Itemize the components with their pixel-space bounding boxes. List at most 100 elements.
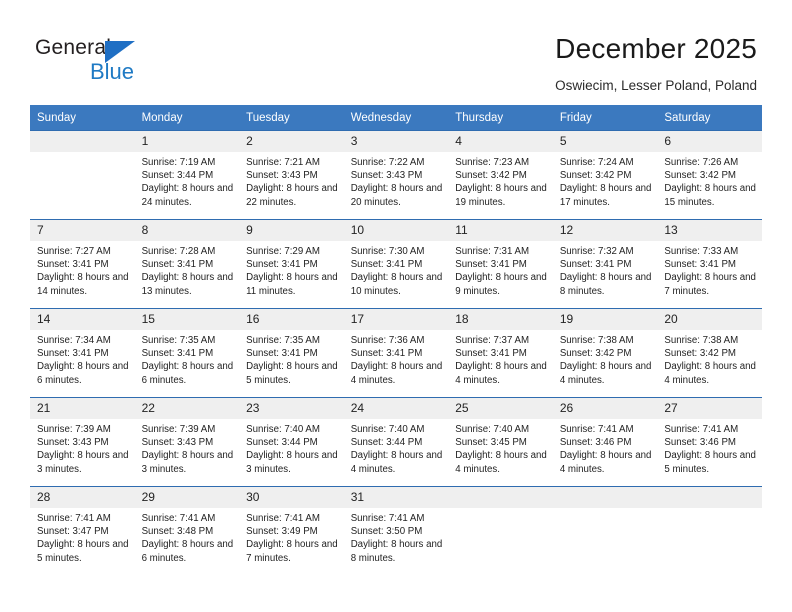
- calendar-day-cell[interactable]: 11 Sunrise: 7:31 AM Sunset: 3:41 PM Dayligh…: [448, 219, 553, 308]
- calendar-day-cell[interactable]: 6 Sunrise: 7:26 AM Sunset: 3:42 PM Daylight…: [657, 130, 762, 219]
- day-cell-body: 22 Sunrise: 7:39 AM Sunset: 3:43 PM Dayligh…: [134, 397, 240, 486]
- day-details: Sunrise: 7:41 AM Sunset: 3:46 PM Daylight:…: [657, 419, 762, 476]
- daylight-text: Daylight: 8 hours and 5 minutes.: [37, 539, 129, 564]
- sunset-text: Sunset: 3:48 PM: [141, 526, 214, 538]
- calendar-day-cell[interactable]: 4 Sunrise: 7:23 AM Sunset: 3:42 PM Daylight…: [448, 130, 553, 219]
- calendar-day-cell[interactable]: 23 Sunrise: 7:40 AM Sunset: 3:44 PM Dayligh…: [239, 397, 344, 486]
- general-blue-logo[interactable]: General Blue: [35, 36, 215, 88]
- calendar-body: 1 Sunrise: 7:19 AM Sunset: 3:44 PM Daylight…: [30, 130, 762, 575]
- sunset-text: Sunset: 3:44 PM: [350, 437, 423, 449]
- sunset-text: Sunset: 3:43 PM: [350, 170, 423, 182]
- calendar-day-cell[interactable]: 22 Sunrise: 7:39 AM Sunset: 3:43 PM Dayligh…: [134, 397, 240, 486]
- calendar-week-row: 21 Sunrise: 7:39 AM Sunset: 3:43 PM Dayligh…: [30, 397, 762, 486]
- calendar-day-cell[interactable]: 2 Sunrise: 7:21 AM Sunset: 3:43 PM Daylight…: [239, 130, 344, 219]
- calendar-day-cell[interactable]: 9 Sunrise: 7:29 AM Sunset: 3:41 PM Daylight…: [239, 219, 344, 308]
- day-details: Sunrise: 7:32 AM Sunset: 3:41 PM Daylight:…: [553, 241, 658, 298]
- sunrise-text: Sunrise: 7:40 AM: [246, 424, 320, 435]
- sunset-text: Sunset: 3:41 PM: [664, 259, 736, 271]
- calendar-day-cell[interactable]: 20 Sunrise: 7:38 AM Sunset: 3:42 PM Dayligh…: [657, 308, 762, 397]
- calendar-day-cell[interactable]: 8 Sunrise: 7:28 AM Sunset: 3:41 PM Daylight…: [134, 219, 240, 308]
- weekday-header-friday: Friday: [552, 105, 658, 130]
- calendar-day-cell[interactable]: 30 Sunrise: 7:41 AM Sunset: 3:49 PM Dayligh…: [239, 486, 344, 575]
- sunrise-text: Sunrise: 7:40 AM: [350, 424, 425, 435]
- day-number: 23: [239, 398, 344, 419]
- calendar-day-cell[interactable]: 25 Sunrise: 7:40 AM Sunset: 3:45 PM Dayligh…: [448, 397, 553, 486]
- calendar-day-cell[interactable]: 18 Sunrise: 7:37 AM Sunset: 3:41 PM Dayligh…: [448, 308, 553, 397]
- sunset-text: Sunset: 3:42 PM: [664, 170, 736, 182]
- calendar-day-cell[interactable]: 7 Sunrise: 7:27 AM Sunset: 3:41 PM Daylight…: [30, 219, 135, 308]
- page-subtitle-location: Oswiecim, Lesser Poland, Poland: [555, 78, 757, 93]
- calendar-day-cell[interactable]: 21 Sunrise: 7:39 AM Sunset: 3:43 PM Dayligh…: [30, 397, 135, 486]
- calendar-day-cell[interactable]: 27 Sunrise: 7:41 AM Sunset: 3:46 PM Dayligh…: [657, 397, 762, 486]
- sunset-text: Sunset: 3:41 PM: [455, 259, 527, 271]
- sunset-text: Sunset: 3:42 PM: [664, 348, 736, 360]
- sunrise-text: Sunrise: 7:37 AM: [455, 335, 530, 346]
- calendar-day-cell[interactable]: 13 Sunrise: 7:33 AM Sunset: 3:41 PM Dayligh…: [657, 219, 762, 308]
- sunrise-text: Sunrise: 7:24 AM: [559, 157, 634, 168]
- day-details: Sunrise: 7:40 AM Sunset: 3:44 PM Daylight:…: [344, 419, 449, 476]
- day-details: Sunrise: 7:31 AM Sunset: 3:41 PM Daylight:…: [448, 241, 553, 298]
- calendar-day-cell[interactable]: 17 Sunrise: 7:36 AM Sunset: 3:41 PM Dayligh…: [343, 308, 449, 397]
- sunrise-text: Sunrise: 7:35 AM: [246, 335, 320, 346]
- day-number: [30, 131, 135, 152]
- day-number: 2: [239, 131, 344, 152]
- day-details: Sunrise: 7:40 AM Sunset: 3:45 PM Daylight:…: [448, 419, 553, 476]
- calendar-day-cell[interactable]: 12 Sunrise: 7:32 AM Sunset: 3:41 PM Dayligh…: [552, 219, 658, 308]
- day-cell-body: [657, 486, 762, 575]
- day-cell-body: 27 Sunrise: 7:41 AM Sunset: 3:46 PM Dayligh…: [657, 397, 762, 486]
- day-details: Sunrise: 7:41 AM Sunset: 3:50 PM Daylight:…: [344, 508, 449, 565]
- calendar-day-cell[interactable]: 15 Sunrise: 7:35 AM Sunset: 3:41 PM Dayligh…: [134, 308, 240, 397]
- sunset-text: Sunset: 3:45 PM: [455, 437, 527, 449]
- day-number: 29: [134, 487, 240, 508]
- sunrise-text: Sunrise: 7:27 AM: [37, 246, 111, 257]
- day-cell-body: 6 Sunrise: 7:26 AM Sunset: 3:42 PM Daylight…: [657, 130, 762, 219]
- calendar-day-cell[interactable]: 28 Sunrise: 7:41 AM Sunset: 3:47 PM Dayligh…: [30, 486, 135, 575]
- sunrise-text: Sunrise: 7:32 AM: [559, 246, 634, 257]
- day-number: [657, 487, 762, 508]
- day-cell-body: [552, 486, 658, 575]
- calendar-day-cell[interactable]: 26 Sunrise: 7:41 AM Sunset: 3:46 PM Dayligh…: [552, 397, 658, 486]
- calendar-day-cell[interactable]: 16 Sunrise: 7:35 AM Sunset: 3:41 PM Dayligh…: [239, 308, 344, 397]
- calendar-day-cell-empty: [657, 486, 762, 575]
- calendar-day-cell[interactable]: 1 Sunrise: 7:19 AM Sunset: 3:44 PM Daylight…: [134, 130, 240, 219]
- day-number: 25: [448, 398, 553, 419]
- calendar-day-cell[interactable]: 3 Sunrise: 7:22 AM Sunset: 3:43 PM Daylight…: [343, 130, 449, 219]
- daylight-text: Daylight: 8 hours and 4 minutes.: [455, 450, 547, 475]
- day-details: Sunrise: 7:38 AM Sunset: 3:42 PM Daylight:…: [657, 330, 762, 387]
- day-cell-body: 21 Sunrise: 7:39 AM Sunset: 3:43 PM Dayligh…: [30, 397, 135, 486]
- day-cell-body: 16 Sunrise: 7:35 AM Sunset: 3:41 PM Dayligh…: [239, 308, 344, 397]
- calendar-day-cell[interactable]: 29 Sunrise: 7:41 AM Sunset: 3:48 PM Dayligh…: [134, 486, 240, 575]
- day-number: 16: [239, 309, 344, 330]
- day-cell-body: 26 Sunrise: 7:41 AM Sunset: 3:46 PM Dayligh…: [552, 397, 658, 486]
- daylight-text: Daylight: 8 hours and 20 minutes.: [350, 183, 443, 208]
- calendar-day-cell[interactable]: 10 Sunrise: 7:30 AM Sunset: 3:41 PM Dayligh…: [343, 219, 449, 308]
- day-number: 10: [343, 220, 449, 241]
- day-details: Sunrise: 7:33 AM Sunset: 3:41 PM Daylight:…: [657, 241, 762, 298]
- calendar-week-row: 14 Sunrise: 7:34 AM Sunset: 3:41 PM Dayligh…: [30, 308, 762, 397]
- daylight-text: Daylight: 8 hours and 4 minutes.: [559, 361, 652, 386]
- day-cell-body: 7 Sunrise: 7:27 AM Sunset: 3:41 PM Daylight…: [30, 219, 135, 308]
- sunset-text: Sunset: 3:41 PM: [141, 348, 214, 360]
- sunrise-text: Sunrise: 7:41 AM: [664, 424, 739, 435]
- day-number: 5: [552, 131, 658, 152]
- calendar-day-cell[interactable]: 31 Sunrise: 7:41 AM Sunset: 3:50 PM Dayligh…: [343, 486, 449, 575]
- sunset-text: Sunset: 3:43 PM: [37, 437, 109, 449]
- day-details: Sunrise: 7:27 AM Sunset: 3:41 PM Daylight:…: [30, 241, 135, 298]
- day-number: 15: [134, 309, 240, 330]
- day-cell-body: 12 Sunrise: 7:32 AM Sunset: 3:41 PM Dayligh…: [552, 219, 658, 308]
- daylight-text: Daylight: 8 hours and 7 minutes.: [664, 272, 756, 297]
- day-number: 19: [552, 309, 658, 330]
- day-number: 1: [134, 131, 240, 152]
- calendar-day-cell[interactable]: 14 Sunrise: 7:34 AM Sunset: 3:41 PM Dayligh…: [30, 308, 135, 397]
- sunset-text: Sunset: 3:42 PM: [455, 170, 527, 182]
- calendar-day-cell[interactable]: 19 Sunrise: 7:38 AM Sunset: 3:42 PM Dayligh…: [552, 308, 658, 397]
- sunrise-text: Sunrise: 7:21 AM: [246, 157, 320, 168]
- day-number: 28: [30, 487, 135, 508]
- calendar-day-cell[interactable]: 24 Sunrise: 7:40 AM Sunset: 3:44 PM Dayligh…: [343, 397, 449, 486]
- sunrise-text: Sunrise: 7:41 AM: [246, 513, 320, 524]
- sunrise-text: Sunrise: 7:39 AM: [37, 424, 111, 435]
- calendar-day-cell[interactable]: 5 Sunrise: 7:24 AM Sunset: 3:42 PM Daylight…: [552, 130, 658, 219]
- sunrise-text: Sunrise: 7:23 AM: [455, 157, 530, 168]
- day-number: [552, 487, 658, 508]
- day-details: Sunrise: 7:41 AM Sunset: 3:47 PM Daylight:…: [30, 508, 135, 565]
